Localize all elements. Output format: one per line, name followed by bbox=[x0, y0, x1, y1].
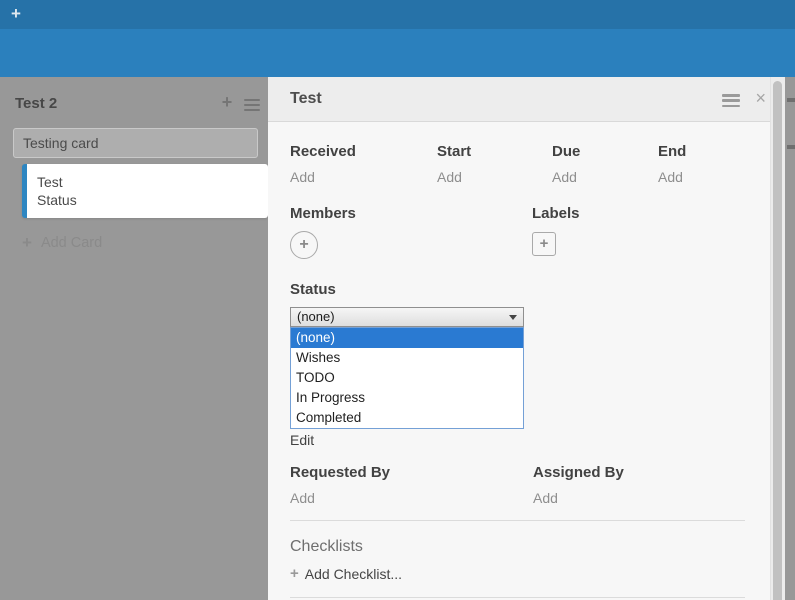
select-caret-icon bbox=[509, 315, 517, 320]
minicard-line-1: Test bbox=[37, 173, 268, 191]
status-option-wishes[interactable]: Wishes bbox=[291, 348, 523, 368]
end-label: End bbox=[658, 143, 686, 160]
card-detail-header: Test × bbox=[268, 77, 785, 122]
add-card-label: Add Card bbox=[41, 235, 102, 251]
dates-section: Received Add Start Add Due Add End Add bbox=[290, 143, 745, 185]
status-dropdown: (none) Wishes TODO In Progress Completed bbox=[290, 327, 524, 429]
add-card-button[interactable]: + Add Card bbox=[22, 234, 102, 252]
minicard-testing-card[interactable]: Testing card bbox=[13, 128, 258, 158]
assigned-by-add-link[interactable]: Add bbox=[533, 490, 558, 506]
labels-label: Labels bbox=[532, 205, 580, 222]
status-select[interactable]: (none) bbox=[290, 307, 524, 327]
status-label: Status bbox=[290, 281, 745, 298]
section-divider bbox=[290, 520, 745, 521]
minicard-test-selected[interactable]: Test Status bbox=[22, 164, 268, 218]
labels-field: Labels + bbox=[532, 205, 580, 259]
members-field: Members + bbox=[290, 205, 532, 259]
end-field: End Add bbox=[658, 143, 686, 185]
due-field: Due Add bbox=[552, 143, 658, 185]
plus-icon: + bbox=[22, 234, 32, 252]
status-option-todo[interactable]: TODO bbox=[291, 368, 523, 388]
status-option-in-progress[interactable]: In Progress bbox=[291, 388, 523, 408]
minicard-line-2: Status bbox=[37, 191, 268, 209]
due-label: Due bbox=[552, 143, 658, 160]
assigned-by-field: Assigned By Add bbox=[533, 464, 624, 506]
minicard-title: Testing card bbox=[23, 135, 98, 151]
received-label: Received bbox=[290, 143, 437, 160]
assigned-by-label: Assigned By bbox=[533, 464, 624, 481]
plus-icon: + bbox=[290, 565, 299, 582]
add-checklist-button[interactable]: + Add Checklist... bbox=[290, 565, 745, 582]
list-title: Test 2 bbox=[15, 95, 57, 112]
requested-by-field: Requested By Add bbox=[290, 464, 533, 506]
board-header-bar bbox=[0, 29, 795, 77]
app-screen: + Test 2 + Testing card Test Status + Ad… bbox=[0, 0, 795, 600]
card-detail-panel: Test × Received Add Start Add Due Add bbox=[268, 77, 785, 600]
start-label: Start bbox=[437, 143, 552, 160]
card-menu-icon[interactable] bbox=[722, 94, 740, 110]
list-add-card-icon[interactable]: + bbox=[218, 93, 236, 111]
checklists-label: Checklists bbox=[290, 538, 745, 556]
end-add-link[interactable]: Add bbox=[658, 169, 686, 185]
list-menu-icon[interactable] bbox=[244, 99, 260, 114]
card-title: Test bbox=[290, 90, 322, 108]
start-add-link[interactable]: Add bbox=[437, 169, 552, 185]
status-section: Status (none) (none) Wishes TODO In Prog… bbox=[290, 281, 745, 450]
card-detail-body: Received Add Start Add Due Add End Add bbox=[290, 123, 745, 598]
received-add-link[interactable]: Add bbox=[290, 169, 437, 185]
status-option-none[interactable]: (none) bbox=[291, 328, 523, 348]
requested-by-add-link[interactable]: Add bbox=[290, 490, 315, 506]
add-checklist-label: Add Checklist... bbox=[305, 566, 402, 582]
section-divider bbox=[290, 597, 745, 598]
members-label: Members bbox=[290, 205, 356, 222]
add-label-button[interactable]: + bbox=[532, 232, 556, 256]
scrollbar-thumb[interactable] bbox=[773, 81, 782, 600]
start-field: Start Add bbox=[437, 143, 552, 185]
people-section: Requested By Add Assigned By Add bbox=[290, 464, 745, 506]
status-selected-value: (none) bbox=[297, 309, 335, 324]
close-icon[interactable]: × bbox=[755, 88, 766, 108]
received-field: Received Add bbox=[290, 143, 437, 185]
cutoff-list-add-icon bbox=[787, 98, 795, 102]
status-option-completed[interactable]: Completed bbox=[291, 408, 523, 428]
topbar-add-icon[interactable]: + bbox=[8, 4, 24, 24]
requested-by-label: Requested By bbox=[290, 464, 390, 481]
add-member-button[interactable]: + bbox=[290, 231, 318, 259]
members-labels-section: Members + Labels + bbox=[290, 205, 745, 259]
cutoff-list-menu-icon bbox=[787, 145, 795, 149]
status-edit-link[interactable]: Edit bbox=[290, 432, 314, 448]
due-add-link[interactable]: Add bbox=[552, 169, 658, 185]
panel-scrollbar bbox=[770, 77, 785, 600]
topbar bbox=[0, 0, 795, 29]
